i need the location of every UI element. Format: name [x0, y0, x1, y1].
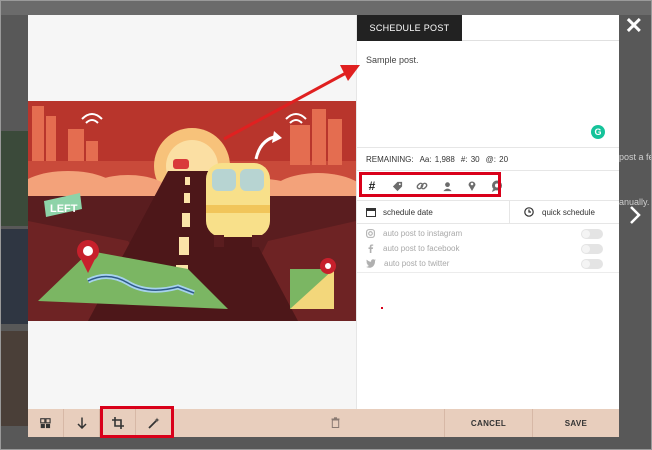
download-button[interactable]: [64, 409, 100, 437]
autopost-facebook: auto post to facebook: [357, 241, 619, 256]
remaining-mentions: @: 20: [485, 154, 509, 164]
remaining-label: REMAINING:: [366, 154, 414, 164]
caption-input[interactable]: Sample post.: [366, 55, 419, 65]
quick-schedule-button[interactable]: quick schedule: [510, 201, 619, 223]
schedule-post-modal: LEFT SCHEDULE POST Sample post. G REMAIN…: [28, 15, 619, 438]
layout-icon: [40, 417, 51, 428]
background-thumbnail: [1, 331, 28, 426]
layout-button[interactable]: [28, 409, 64, 437]
remaining-hashtags: #: 30: [460, 154, 480, 164]
image-preview-pane: LEFT: [28, 15, 356, 409]
autopost-instagram: auto post to instagram: [357, 226, 619, 241]
background-thumbnail: [1, 229, 28, 324]
cancel-button[interactable]: CANCEL: [444, 409, 532, 437]
facebook-icon: [368, 244, 374, 253]
chevron-right-icon[interactable]: [629, 205, 641, 230]
twitter-icon: [366, 259, 376, 268]
save-button[interactable]: SAVE: [532, 409, 619, 437]
autopost-label: auto post to instagram: [383, 229, 463, 238]
close-icon[interactable]: ✕: [625, 15, 643, 37]
autopost-label: auto post to facebook: [383, 244, 460, 253]
instagram-toggle[interactable]: [581, 229, 603, 239]
background-header: [1, 1, 651, 15]
post-details-pane: SCHEDULE POST Sample post. G REMAINING: …: [356, 15, 619, 409]
schedule-row: schedule date quick schedule: [357, 200, 619, 224]
left-sign-text: LEFT: [50, 203, 78, 215]
schedule-date-label: schedule date: [383, 207, 433, 217]
crop-tools-highlight: [100, 406, 174, 438]
red-dot: [381, 307, 383, 309]
remaining-counter: REMAINING: Aa: 1,988 #: 30 @: 20: [357, 147, 619, 171]
divider: [357, 272, 619, 273]
autopost-label: auto post to twitter: [384, 259, 450, 268]
facebook-toggle[interactable]: [581, 244, 603, 254]
twitter-toggle[interactable]: [581, 259, 603, 269]
schedule-date-button[interactable]: schedule date: [357, 201, 510, 223]
quick-schedule-label: quick schedule: [542, 207, 595, 217]
calendar-icon: [366, 208, 376, 217]
background-text: post a few: [619, 152, 651, 162]
instagram-icon: [366, 229, 375, 238]
remaining-chars: Aa: 1,988: [419, 154, 455, 164]
background-thumbnail: [1, 131, 28, 226]
screenshot-frame: post a few anually. ✕: [0, 0, 652, 450]
autopost-twitter: auto post to twitter: [357, 256, 619, 271]
autopost-list: auto post to instagram auto post to face…: [357, 226, 619, 271]
arrow-down-icon: [76, 417, 87, 429]
post-image: LEFT: [28, 101, 356, 321]
clock-icon: [524, 207, 534, 217]
toolbar-highlight: [359, 172, 501, 197]
grammarly-icon[interactable]: G: [591, 125, 605, 139]
tab-divider: [462, 40, 619, 41]
tab-schedule-post[interactable]: SCHEDULE POST: [357, 15, 462, 41]
trash-icon[interactable]: [331, 417, 340, 431]
